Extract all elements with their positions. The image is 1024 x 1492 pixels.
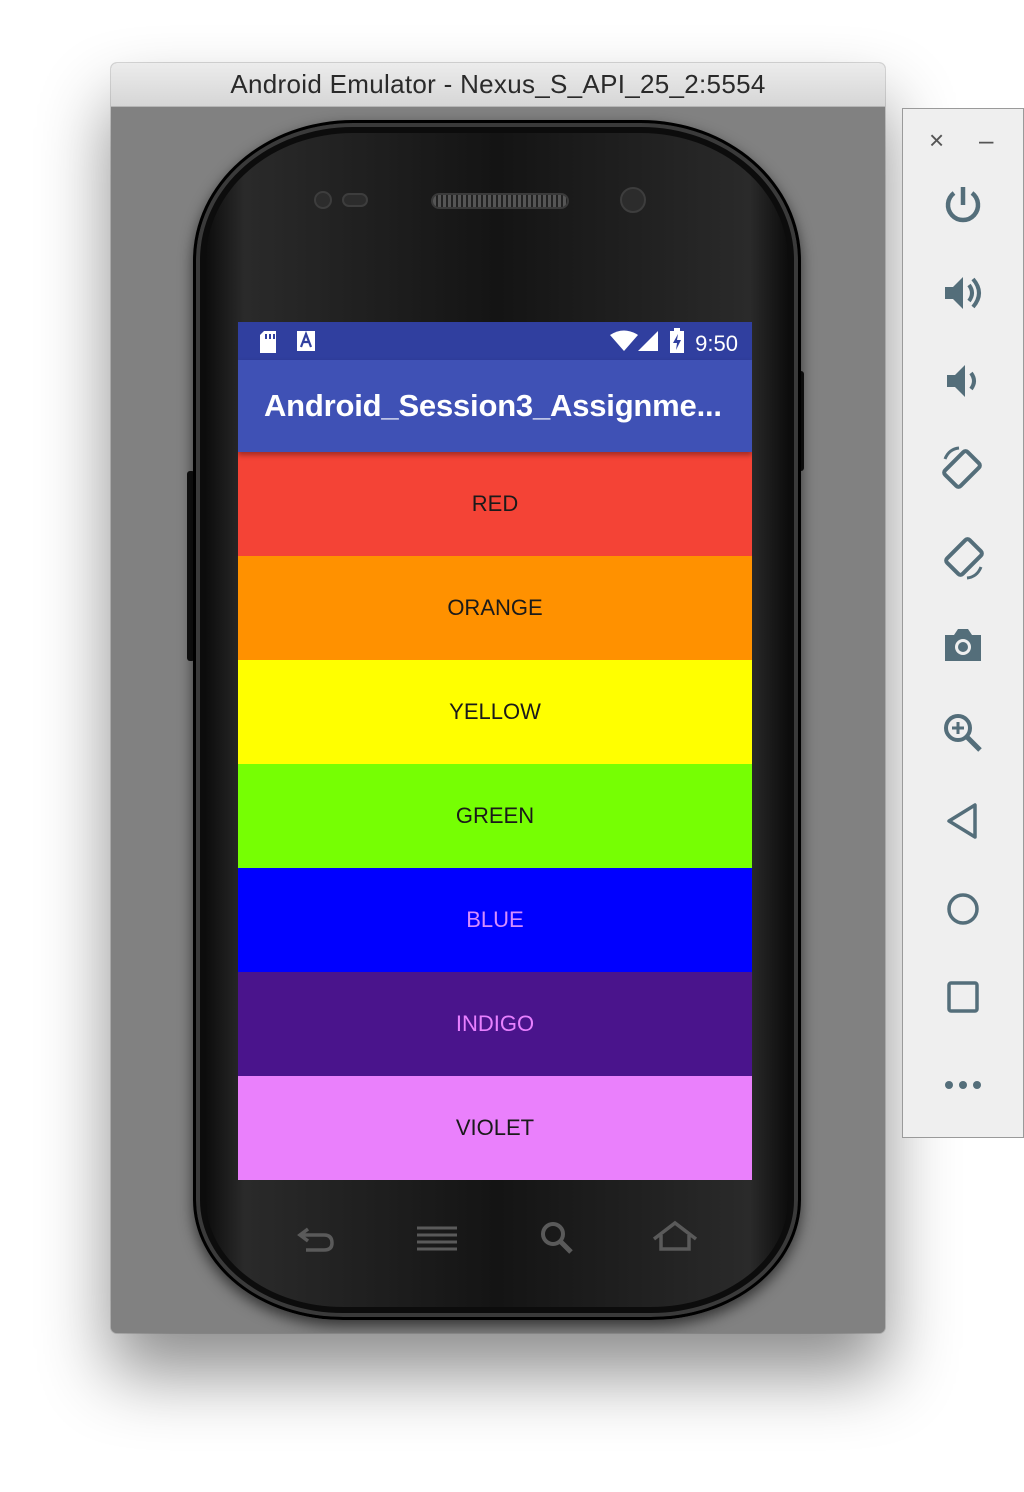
front-camera-icon	[620, 187, 646, 213]
emulator-window: Android Emulator - Nexus_S_API_25_2:5554	[111, 63, 885, 1333]
device-screen[interactable]: 9:50 Android_Session3_Assignme... RED ORA…	[238, 322, 752, 1180]
volume-down-icon	[947, 365, 976, 397]
screenshot-button[interactable]	[937, 619, 989, 671]
back-icon	[947, 803, 977, 839]
rotate-left-button[interactable]	[937, 443, 989, 495]
home-key-icon[interactable]	[651, 1219, 699, 1258]
overview-icon	[947, 981, 979, 1013]
color-item-label: INDIGO	[455, 1011, 535, 1036]
color-item-label: RED	[471, 491, 519, 516]
nav-back-button[interactable]	[937, 795, 989, 847]
sd-card-icon	[258, 330, 278, 359]
status-time: 9:50	[695, 330, 738, 356]
toolbar-minimize-button[interactable]: –	[979, 125, 993, 156]
power-icon	[945, 187, 981, 223]
menu-key-icon[interactable]	[415, 1225, 459, 1256]
color-item-label: VIOLET	[455, 1115, 535, 1140]
window-titlebar[interactable]: Android Emulator - Nexus_S_API_25_2:5554	[111, 63, 885, 107]
volume-up-icon	[945, 277, 981, 309]
emulator-toolbar: × –	[902, 108, 1024, 1138]
rotate-right-icon	[944, 537, 984, 580]
power-button[interactable]	[937, 179, 989, 231]
color-item-label: BLUE	[466, 907, 524, 932]
volume-down-button[interactable]	[937, 355, 989, 407]
more-icon	[945, 1081, 981, 1089]
color-item-orange[interactable]: ORANGE	[238, 556, 752, 660]
more-button[interactable]	[937, 1059, 989, 1111]
color-item-label: ORANGE	[447, 595, 543, 620]
nav-home-button[interactable]	[937, 883, 989, 935]
wifi-icon	[609, 330, 639, 357]
toolbar-close-button[interactable]: ×	[929, 125, 944, 156]
zoom-button[interactable]	[937, 707, 989, 759]
camera-icon	[945, 629, 981, 661]
window-title: Android Emulator - Nexus_S_API_25_2:5554	[230, 69, 766, 99]
color-item-green[interactable]: GREEN	[238, 764, 752, 868]
home-icon	[947, 893, 979, 925]
earpiece-speaker	[431, 193, 569, 209]
rotate-left-icon	[942, 446, 982, 489]
battery-charging-icon	[669, 328, 685, 359]
color-item-label: GREEN	[455, 803, 535, 828]
proximity-sensor-icon	[314, 191, 332, 209]
back-key-icon[interactable]	[296, 1223, 336, 1258]
color-item-blue[interactable]: BLUE	[238, 868, 752, 972]
color-item-label: YELLOW	[449, 699, 541, 724]
color-item-yellow[interactable]: YELLOW	[238, 660, 752, 764]
zoom-icon	[944, 714, 982, 752]
color-item-red[interactable]: RED	[238, 452, 752, 556]
app-bar: Android_Session3_Assignme...	[238, 360, 752, 452]
color-item-indigo[interactable]: INDIGO	[238, 972, 752, 1076]
keyboard-a-icon	[296, 330, 316, 359]
color-list: RED ORANGE YELLOW GREEN BLUE INDIGO VIOLET	[238, 452, 752, 1180]
signal-icon	[637, 330, 659, 357]
volume-up-button[interactable]	[937, 267, 989, 319]
color-item-violet[interactable]: VIOLET	[238, 1076, 752, 1180]
light-sensor-icon	[342, 193, 368, 207]
emulator-viewport: 9:50 Android_Session3_Assignme... RED ORA…	[111, 107, 885, 1333]
nav-overview-button[interactable]	[937, 971, 989, 1023]
search-key-icon[interactable]	[539, 1221, 575, 1260]
app-title: Android_Session3_Assignme...	[264, 388, 722, 423]
rotate-right-button[interactable]	[937, 531, 989, 583]
status-bar: 9:50	[238, 322, 752, 360]
